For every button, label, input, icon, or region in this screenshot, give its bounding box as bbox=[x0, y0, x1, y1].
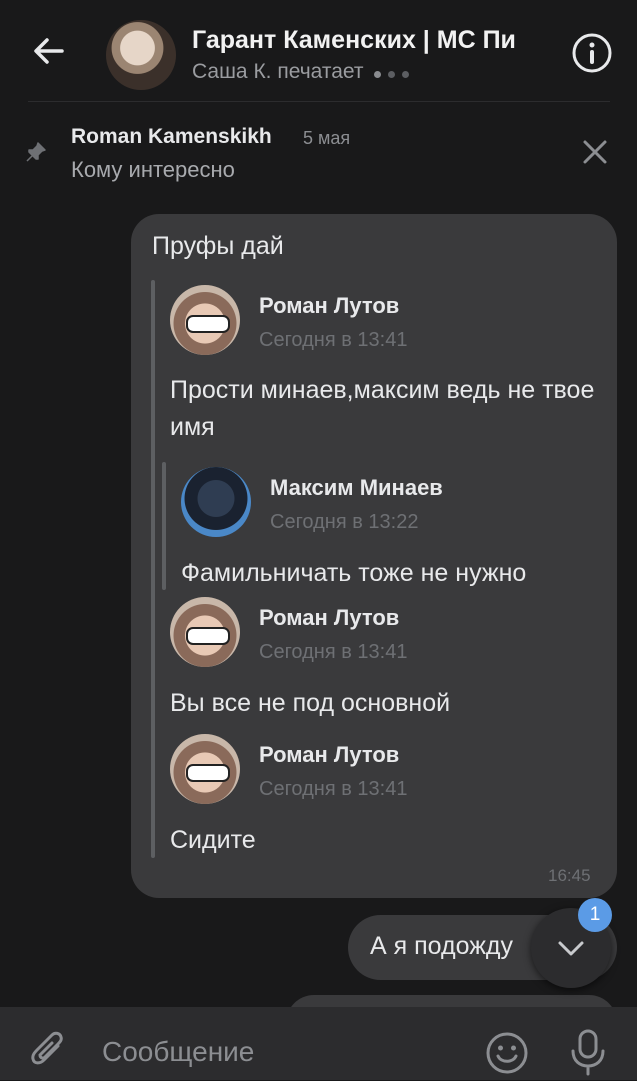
header-divider bbox=[28, 101, 610, 102]
emoji-icon[interactable] bbox=[485, 1031, 529, 1075]
chevron-down-icon bbox=[558, 941, 584, 956]
avatar[interactable] bbox=[170, 597, 240, 667]
forward-text: Сидите bbox=[170, 826, 256, 854]
forward-author[interactable]: Роман Лутов bbox=[259, 605, 399, 631]
forward-quote-line bbox=[151, 280, 155, 858]
nested-quote-line bbox=[162, 462, 166, 590]
forward-author[interactable]: Максим Минаев bbox=[270, 475, 443, 501]
message-input[interactable] bbox=[88, 1023, 468, 1081]
avatar[interactable] bbox=[181, 467, 251, 537]
pin-icon bbox=[26, 142, 46, 162]
forward-author[interactable]: Роман Лутов bbox=[259, 293, 399, 319]
forward-time: Сегодня в 13:41 bbox=[259, 329, 408, 351]
unread-badge: 1 bbox=[578, 898, 612, 932]
forward-author[interactable]: Роман Лутов bbox=[259, 742, 399, 768]
chat-avatar[interactable] bbox=[106, 20, 176, 90]
typing-status-text: Саша К. печатает bbox=[192, 60, 364, 83]
microphone-icon[interactable] bbox=[568, 1027, 608, 1077]
chat-header: Гарант Каменских | МС Пи Саша К. печатае… bbox=[0, 0, 637, 102]
info-icon[interactable] bbox=[570, 31, 614, 75]
message-text: Пруфы дай bbox=[152, 232, 284, 260]
forward-text: Фамильничать тоже не нужно bbox=[181, 559, 527, 587]
typing-status: Саша К. печатает bbox=[192, 60, 416, 84]
paperclip-icon[interactable] bbox=[30, 1030, 66, 1070]
typing-dots-icon bbox=[373, 60, 416, 84]
back-arrow-icon[interactable] bbox=[28, 30, 70, 72]
forward-text: Прости минаев,максим ведь не твое имя bbox=[170, 376, 595, 441]
forward-time: Сегодня в 13:22 bbox=[270, 511, 419, 533]
forward-time: Сегодня в 13:41 bbox=[259, 641, 408, 663]
message-text: А я подожду bbox=[370, 932, 514, 960]
forward-text: Вы все не под основной bbox=[170, 689, 451, 717]
message-time: 16:45 bbox=[548, 866, 591, 885]
forward-time: Сегодня в 13:41 bbox=[259, 778, 408, 800]
avatar[interactable] bbox=[170, 285, 240, 355]
avatar[interactable] bbox=[170, 734, 240, 804]
chat-title[interactable]: Гарант Каменских | МС Пи bbox=[192, 26, 547, 55]
pinned-text: Кому интересно bbox=[71, 157, 235, 182]
pinned-author: Roman Kamenskikh bbox=[71, 125, 272, 148]
pinned-date: 5 мая bbox=[303, 128, 351, 148]
close-icon[interactable] bbox=[580, 137, 610, 167]
